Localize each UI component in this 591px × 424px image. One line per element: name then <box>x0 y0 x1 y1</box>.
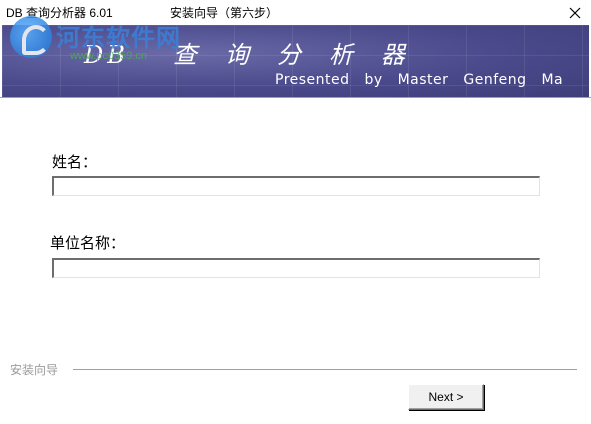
banner-title: DB 查询分析器 <box>84 35 433 70</box>
header-banner: DB 查询分析器 Presented by Master Genfeng Ma <box>2 25 589 97</box>
wizard-group-label: 安装向导 <box>10 363 59 377</box>
group-separator <box>73 369 577 371</box>
wizard-step-title: 安装向导（第六步） <box>170 6 279 20</box>
close-icon <box>569 7 580 18</box>
banner-divider <box>0 97 591 98</box>
banner-title-latin: DB <box>84 41 129 69</box>
name-field[interactable] <box>52 176 540 196</box>
app-title: DB 查询分析器 6.01 <box>6 6 113 20</box>
organization-label: 单位名称： <box>50 234 126 252</box>
banner-title-cn: 查询分析器 <box>172 41 433 69</box>
next-button[interactable]: Next > <box>408 384 484 410</box>
organization-field[interactable] <box>52 258 540 278</box>
banner-subtitle: Presented by Master Genfeng Ma <box>275 72 564 88</box>
close-button[interactable] <box>558 0 591 25</box>
name-label: 姓名： <box>52 153 98 171</box>
title-bar: DB 查询分析器 6.01 安装向导（第六步） <box>0 0 591 25</box>
